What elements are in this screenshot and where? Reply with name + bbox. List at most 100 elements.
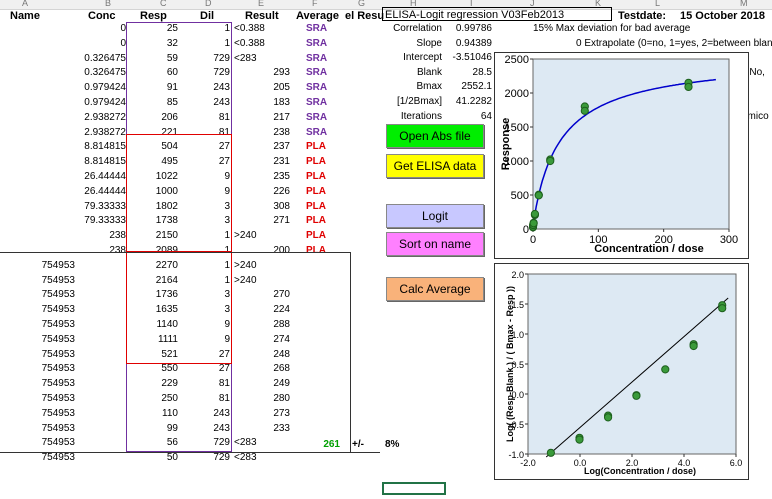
param-label[interactable]: Iterations xyxy=(382,110,442,124)
cell-conc[interactable] xyxy=(78,362,126,376)
cell-conc[interactable]: 0.326475 xyxy=(78,52,126,66)
cell-name[interactable]: 754953 xyxy=(0,436,75,450)
cell-result[interactable]: 308 xyxy=(234,200,290,214)
open-abs-file-button[interactable]: Open Abs file xyxy=(386,124,484,148)
col-letter[interactable]: A xyxy=(22,0,28,8)
cell-result[interactable]: 238 xyxy=(234,126,290,140)
cell-average[interactable]: SRA xyxy=(306,126,346,140)
cell-name[interactable]: 754953 xyxy=(0,362,75,376)
cell-average[interactable] xyxy=(306,451,346,465)
cell-result[interactable]: 237 xyxy=(234,140,290,154)
cell-average[interactable]: SRA xyxy=(306,22,346,36)
title-cell[interactable]: ELISA-Logit regression V03Feb2013 xyxy=(382,7,612,21)
cell-name[interactable]: 754953 xyxy=(0,451,75,465)
cell-conc[interactable]: 0.979424 xyxy=(78,81,126,95)
cell-average[interactable] xyxy=(306,259,346,273)
param-label[interactable]: Blank xyxy=(382,66,442,80)
header-el-resu[interactable]: el Resu xyxy=(345,10,384,22)
cell-result[interactable]: 288 xyxy=(234,318,290,332)
header-conc[interactable]: Conc xyxy=(88,10,116,22)
cell-dil[interactable]: 729 xyxy=(180,451,230,465)
cell-result[interactable]: 248 xyxy=(234,348,290,362)
header-name[interactable]: Name xyxy=(10,10,40,22)
cell-result[interactable]: <283 xyxy=(234,436,290,450)
cell-result[interactable]: 224 xyxy=(234,303,290,317)
cell-name[interactable] xyxy=(0,52,75,66)
cell-name[interactable]: 754953 xyxy=(0,392,75,406)
cell-name[interactable] xyxy=(0,96,75,110)
cell-result[interactable]: 231 xyxy=(234,155,290,169)
cell-result[interactable]: <0.388 xyxy=(234,37,290,51)
response-chart-frame[interactable]: 0 100 200 300 0 500 1000 1500 2000 2500 Concentrat… xyxy=(494,52,749,259)
cell-conc[interactable] xyxy=(78,407,126,421)
cell-name[interactable]: 754953 xyxy=(0,407,75,421)
logit-button[interactable]: Logit xyxy=(386,204,484,228)
cell-average[interactable] xyxy=(306,274,346,288)
cell-name[interactable] xyxy=(0,37,75,51)
header-result[interactable]: Result xyxy=(245,10,279,22)
col-letter[interactable]: M xyxy=(740,0,748,8)
col-letter[interactable]: F xyxy=(312,0,318,8)
cell-name[interactable] xyxy=(0,214,75,228)
param-value[interactable]: 0.94389 xyxy=(444,37,492,51)
cell-name[interactable] xyxy=(0,155,75,169)
cell-average[interactable] xyxy=(306,303,346,317)
cell-average[interactable]: PLA xyxy=(306,140,346,154)
cell-conc[interactable] xyxy=(78,303,126,317)
cell-name[interactable]: 754953 xyxy=(0,318,75,332)
param-label[interactable]: [1/2Bmax] xyxy=(382,95,442,109)
cell-average[interactable]: PLA xyxy=(306,214,346,228)
cell-name[interactable] xyxy=(0,66,75,80)
cell-result[interactable]: 205 xyxy=(234,81,290,95)
cell-average[interactable] xyxy=(306,318,346,332)
cell-conc[interactable] xyxy=(78,318,126,332)
cell-conc[interactable] xyxy=(78,333,126,347)
param-value[interactable]: 2552.1 xyxy=(444,80,492,94)
cell-average[interactable] xyxy=(306,392,346,406)
testdate-label[interactable]: Testdate: xyxy=(618,10,666,22)
cell-average[interactable] xyxy=(306,288,346,302)
calc-average-button[interactable]: Calc Average xyxy=(386,277,484,301)
summary-cv[interactable]: 8% xyxy=(385,438,399,452)
param-value[interactable]: 64 xyxy=(444,110,492,124)
cell-result[interactable]: 183 xyxy=(234,96,290,110)
cell-conc[interactable]: 2.938272 xyxy=(78,111,126,125)
get-elisa-data-button[interactable]: Get ELISA data xyxy=(386,154,484,178)
logit-chart-frame[interactable]: -2.0 0.0 2.0 4.0 6.0 -1.0 -0.5 0.0 0.5 1.0 1.5 2.0 L… xyxy=(494,263,749,480)
col-letter[interactable]: C xyxy=(160,0,167,8)
param-label[interactable]: Bmax xyxy=(382,80,442,94)
param-value[interactable]: 41.2282 xyxy=(444,95,492,109)
col-letter[interactable]: E xyxy=(258,0,264,8)
cell-result[interactable]: 235 xyxy=(234,170,290,184)
cell-conc[interactable]: 0.326475 xyxy=(78,66,126,80)
cell-conc[interactable]: 79.33333 xyxy=(78,214,126,228)
cell-conc[interactable] xyxy=(78,451,126,465)
cell-name[interactable]: 754953 xyxy=(0,303,75,317)
cell-conc[interactable] xyxy=(78,288,126,302)
summary-average[interactable]: 261 xyxy=(300,438,340,452)
cell-average[interactable] xyxy=(306,348,346,362)
cell-result[interactable]: 274 xyxy=(234,333,290,347)
extrapolate-note[interactable]: 0 Extrapolate (0=no, 1=yes, 2=between bl… xyxy=(576,37,772,51)
cell-result[interactable]: 273 xyxy=(234,407,290,421)
cell-average[interactable]: SRA xyxy=(306,37,346,51)
cell-average[interactable] xyxy=(306,407,346,421)
cell-conc[interactable] xyxy=(78,348,126,362)
cell-average[interactable]: SRA xyxy=(306,52,346,66)
cell-average[interactable] xyxy=(306,422,346,436)
active-cell[interactable] xyxy=(382,482,446,495)
cell-result[interactable]: 249 xyxy=(234,377,290,391)
cell-name[interactable] xyxy=(0,170,75,184)
cell-name[interactable] xyxy=(0,185,75,199)
cell-result[interactable]: >240 xyxy=(234,229,290,243)
cell-result[interactable]: <0.388 xyxy=(234,22,290,36)
cell-average[interactable]: PLA xyxy=(306,185,346,199)
response-chart[interactable]: 0 100 200 30005001000150020002500Concentrat… xyxy=(495,53,748,258)
cell-result[interactable]: 200 xyxy=(234,244,290,258)
cell-name[interactable] xyxy=(0,22,75,36)
cell-conc[interactable]: 8.814815 xyxy=(78,140,126,154)
cell-name[interactable] xyxy=(0,126,75,140)
cell-name[interactable] xyxy=(0,111,75,125)
cell-average[interactable]: SRA xyxy=(306,96,346,110)
cell-conc[interactable]: 0 xyxy=(78,37,126,51)
